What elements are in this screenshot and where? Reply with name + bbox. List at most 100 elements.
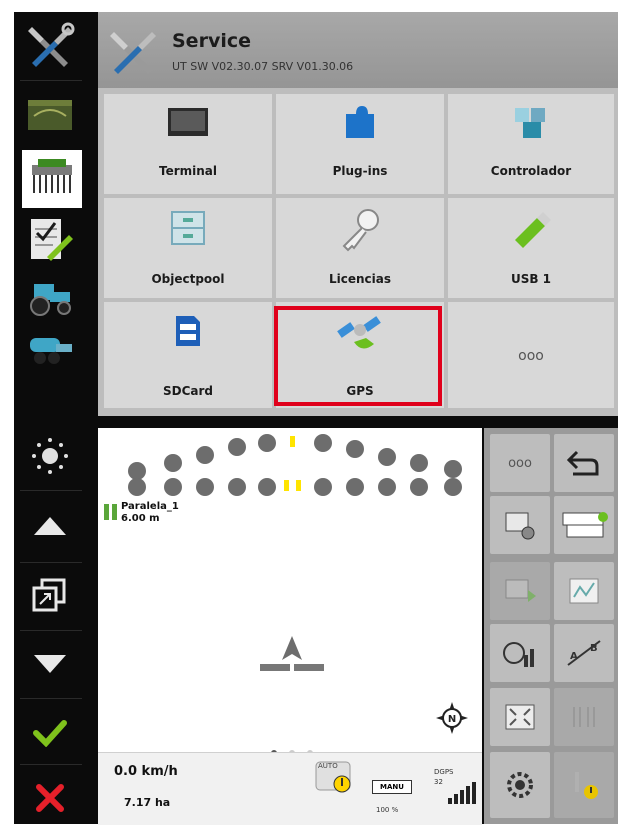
svg-text:A: A (570, 651, 578, 662)
sprayer-icon[interactable] (20, 320, 80, 376)
fullscreen-icon (505, 704, 535, 730)
tile-terminal[interactable]: Terminal (104, 94, 272, 194)
fullscreen-button[interactable] (490, 688, 550, 746)
vehicle-marker (258, 634, 326, 674)
settings-button[interactable] (490, 752, 550, 818)
zoom-chart-icon (503, 642, 534, 667)
wrench-icon[interactable] (20, 18, 80, 74)
field-map-button-icon (569, 578, 599, 604)
more-icon: ooo (518, 348, 544, 364)
tile-objectpool[interactable]: Objectpool (104, 198, 272, 298)
active-section-marker (290, 436, 295, 447)
sidebar-divider (20, 698, 82, 699)
tile-plugins[interactable]: Plug-ins (276, 94, 444, 194)
active-section-marker (296, 480, 301, 491)
section-nozzle (258, 434, 276, 452)
field-map-button[interactable] (554, 562, 614, 620)
tile-label: Objectpool (151, 272, 225, 286)
file-cabinet-icon (170, 210, 206, 250)
section-nozzle (196, 446, 214, 464)
section-nozzle (444, 478, 462, 496)
tile-licencias[interactable]: Licencias (276, 198, 444, 298)
section-nozzle (410, 454, 428, 472)
gps-label: DGPS (434, 768, 454, 776)
tile-sdcard[interactable]: SDCard (104, 302, 272, 408)
more-label: ooo (508, 455, 532, 471)
page-title: Service (172, 30, 251, 52)
implement-name: Paralela_1 (121, 501, 179, 512)
map-settings-button[interactable] (490, 496, 550, 554)
rate-percent: 100 % (376, 806, 399, 814)
seeder-icon[interactable] (22, 150, 82, 208)
auto-manu-icon (562, 512, 608, 538)
task-notepad-icon[interactable] (20, 212, 80, 268)
tractor-icon[interactable] (20, 268, 80, 324)
controller-icon (511, 104, 551, 146)
auto-label: AUTO (318, 762, 338, 770)
auto-manu-button[interactable] (554, 496, 614, 554)
section-nozzle (258, 478, 276, 496)
section-nozzle (378, 448, 396, 466)
tile-label: USB 1 (510, 272, 552, 286)
service-tools-icon (106, 24, 160, 80)
manu-label: MANU (372, 780, 412, 794)
tile-label: Controlador (490, 164, 572, 178)
ab-line-icon: AB (567, 640, 601, 666)
section-nozzle (128, 478, 146, 496)
section-nozzle (228, 478, 246, 496)
sd-card-icon (174, 314, 202, 352)
section-nozzle (196, 478, 214, 496)
tile-more[interactable]: ooo (448, 302, 614, 408)
return-arrow-icon (567, 450, 599, 476)
import-icon (505, 579, 536, 602)
checkmark-icon[interactable] (20, 704, 80, 760)
gear-icon (507, 772, 533, 798)
section-nozzle (164, 454, 182, 472)
field-map-icon[interactable] (20, 86, 80, 142)
sections-button[interactable] (554, 688, 614, 746)
sidebar-divider (20, 490, 82, 491)
section-nozzle (314, 478, 332, 496)
tile-label: Licencias (328, 272, 392, 286)
key-icon (338, 206, 382, 256)
section-nozzle (410, 478, 428, 496)
software-version: UT SW V02.30.07 SRV V01.30.06 (172, 60, 354, 73)
sidebar-divider (20, 562, 82, 563)
tile-label: SDCard (162, 384, 213, 398)
more-button[interactable]: ooo (490, 434, 550, 492)
usb-icon (509, 208, 553, 256)
implement-icon (104, 500, 118, 522)
gps-highlight-box (274, 306, 442, 406)
tile-label: Plug-ins (332, 164, 388, 178)
import-button[interactable] (490, 562, 550, 620)
tile-usb[interactable]: USB 1 (448, 198, 614, 298)
sidebar-divider (20, 764, 82, 765)
back-button[interactable] (554, 434, 614, 492)
speed-readout: 0.0 km/h (114, 764, 178, 779)
compass-north-icon[interactable]: N (436, 702, 468, 734)
tile-label: Terminal (158, 164, 218, 178)
puzzle-icon (342, 104, 378, 146)
sidebar-divider (20, 80, 82, 81)
zoom-chart-button[interactable] (490, 624, 550, 682)
svg-text:B: B (590, 643, 598, 654)
page-indicator (264, 742, 324, 756)
signal-strength-icon (448, 782, 476, 804)
section-nozzle (346, 478, 364, 496)
active-section-marker (284, 480, 289, 491)
section-nozzle (444, 460, 462, 478)
area-readout: 7.17 ha (124, 796, 171, 809)
sidebar-divider (20, 630, 82, 631)
brightness-icon[interactable] (20, 428, 80, 484)
warning-button[interactable] (554, 752, 614, 818)
cancel-x-icon[interactable] (20, 770, 80, 826)
tile-controlador[interactable]: Controlador (448, 94, 614, 194)
arrow-up-icon[interactable] (20, 498, 80, 554)
arrow-down-icon[interactable] (20, 636, 80, 692)
sections-icon (573, 707, 595, 727)
ab-line-button[interactable]: AB (554, 624, 614, 682)
section-nozzle (378, 478, 396, 496)
switch-window-icon[interactable] (20, 568, 80, 624)
svg-text:N: N (448, 714, 456, 725)
status-bar (98, 752, 482, 825)
